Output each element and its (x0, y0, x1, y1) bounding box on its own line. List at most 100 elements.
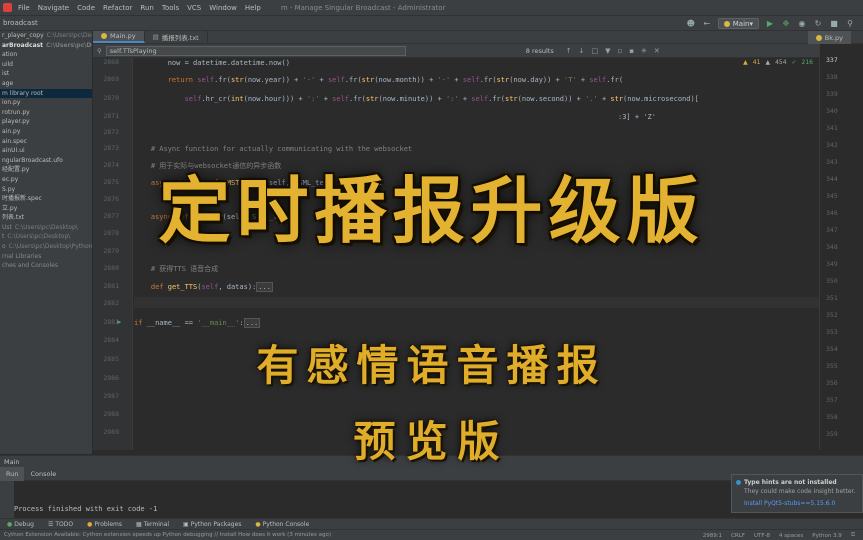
menu-window[interactable]: Window (209, 4, 237, 12)
line-number: 2872 (103, 128, 119, 136)
project-item-label: player.py (2, 118, 30, 126)
select-all-icon[interactable]: □ (592, 47, 599, 55)
python-icon (723, 20, 730, 27)
project-item-label: age (2, 79, 14, 87)
prev-match-icon[interactable]: ↑ (566, 47, 572, 55)
tool-debug[interactable]: ● Debug (0, 521, 41, 528)
right-line-number: 339 (826, 90, 838, 98)
right-line-number: 338 (826, 73, 838, 81)
install-stubs-link[interactable]: Install PyQt5-stubs==5.15.6.0 (744, 500, 857, 507)
project-tree-item[interactable]: player.py (0, 117, 92, 127)
profile-icon[interactable]: ↻ (813, 19, 823, 29)
menu-run[interactable]: Run (140, 4, 153, 12)
project-item-label: rotrun.py (2, 108, 30, 116)
code-line: :3] + 'Z' (618, 113, 656, 121)
type-hints-notification: Type hints are not installed They could … (731, 474, 863, 513)
editor-tabs: Main.py ▤ 播报列表.txt Bk.py (93, 31, 863, 44)
lock-icon[interactable]: ⚿ (851, 532, 855, 539)
python-interpreter[interactable]: Python 3.9 (812, 533, 842, 539)
notification-body: They could make code insight better. (744, 488, 856, 495)
project-tree-item[interactable]: r_player_copyC:\Users\pc\Desktop\Python-… (0, 31, 92, 41)
file-encoding[interactable]: UTF-8 (754, 533, 770, 539)
line-separator[interactable]: CRLF (731, 533, 745, 539)
line-number: 2868 (103, 58, 119, 66)
project-tree-item[interactable]: ches and Consoles (0, 261, 92, 271)
tool-todo[interactable]: ☰ TODO (41, 521, 80, 528)
menu-tools[interactable]: Tools (162, 4, 179, 12)
line-number: 2882 (103, 299, 119, 307)
project-item-label: arBroadcast (2, 41, 44, 49)
inspection-widget[interactable]: ▲ 41 ▲ 454 ✓ 216 (743, 59, 813, 66)
project-tree-item[interactable]: ain.spec (0, 137, 92, 147)
project-item-label: ain.spec (2, 137, 27, 145)
user-icon[interactable]: ☻ (686, 19, 696, 29)
console-toolbar (0, 481, 14, 518)
find-results-count: 8 results (525, 46, 554, 55)
code-line: if __name__ == '__main__':... (134, 318, 261, 328)
regex-icon[interactable]: ✳ (641, 47, 647, 55)
debug-bug-icon[interactable]: ❉ (781, 19, 791, 29)
project-tree-item[interactable]: age (0, 79, 92, 89)
breadcrumb[interactable]: broadcast (3, 19, 38, 27)
tab-main-py[interactable]: Main.py (93, 31, 145, 43)
match-case-icon[interactable]: ▫ (618, 47, 623, 55)
next-match-icon[interactable]: ↓ (579, 47, 585, 55)
code-line: def get_TTS(self, datas):... (150, 282, 273, 292)
project-item-label: r_player_copy (2, 32, 44, 39)
python-file-icon (815, 34, 822, 41)
indent-setting[interactable]: 4 spaces (779, 533, 803, 539)
project-tree-item[interactable]: uild (0, 60, 92, 70)
tab-bk-py[interactable]: Bk.py (807, 31, 851, 44)
tool-terminal[interactable]: ▦ Terminal (129, 521, 176, 528)
tool-python-console[interactable]: ● Python Console (248, 521, 316, 528)
menu-file[interactable]: File (18, 4, 30, 12)
project-tree-item[interactable]: m library root (0, 88, 92, 99)
project-item-label: m library root (2, 89, 43, 97)
warning-icon: ▲ (743, 59, 748, 66)
menu-navigate[interactable]: Navigate (38, 4, 69, 12)
tool-windows-bar: ● Debug ☰ TODO ● Problems ▦ Terminal ▣ Python… (0, 518, 863, 529)
chevron-down-icon: ▾ (749, 19, 753, 28)
run-configuration-select[interactable]: Main ▾ (717, 18, 759, 29)
overlay-title: 定时播报升级版 (158, 168, 705, 253)
project-item-label: ion.py (2, 99, 21, 107)
menu-help[interactable]: Help (245, 4, 261, 12)
filter-icon[interactable]: ▼ (605, 47, 610, 55)
right-line-number: 349 (826, 260, 838, 268)
window-title: m - Manage Singular Broadcast - Administ… (280, 3, 446, 12)
project-tree-item[interactable]: ist (0, 69, 92, 79)
search-everywhere-icon[interactable]: ⚲ (845, 19, 855, 29)
project-item-label: uild (2, 60, 13, 68)
status-message[interactable]: Cython Extension Available: Cython exten… (4, 532, 331, 538)
run-play-icon[interactable]: ▶ (765, 19, 775, 29)
line-number: 2987 (103, 392, 119, 400)
project-tree-item[interactable]: arBroadcastC:\Users\pc\Desktop (0, 41, 92, 51)
tool-problems[interactable]: ● Problems (80, 521, 129, 528)
stop-icon[interactable]: ■ (829, 19, 839, 29)
menu-refactor[interactable]: Refactor (103, 4, 132, 12)
python-console-icon: ● (255, 520, 261, 528)
line-number: 2873 (103, 144, 119, 152)
tab-broadcast-list[interactable]: ▤ 播报列表.txt (145, 31, 208, 43)
find-input[interactable]: self.TTsPlaying (105, 45, 406, 56)
words-icon[interactable]: ▪ (629, 47, 634, 55)
overlay-preview-label: 预览版 (353, 417, 510, 466)
line-number: 2871 (103, 112, 119, 120)
project-item-label: ation (2, 51, 18, 59)
warning-count: 41 (752, 59, 761, 66)
menu-code[interactable]: Code (77, 4, 95, 12)
project-tree-item[interactable]: rotrun.py (0, 108, 92, 118)
tab-label: 播报列表.txt (161, 34, 199, 42)
list-icon: ☰ (47, 520, 54, 528)
tool-python-packages[interactable]: ▣ Python Packages (176, 521, 248, 528)
close-icon[interactable]: ✕ (654, 47, 660, 55)
project-tree-item[interactable]: ion.py (0, 98, 92, 108)
main-toolbar: broadcast ☻ ← Main ▾ ▶ ❉ ◉ ↻ ■ ⚲ (0, 15, 863, 31)
project-tree-item[interactable]: ain.py (0, 127, 92, 137)
project-tree-item[interactable]: ation (0, 50, 92, 60)
caret-position[interactable]: 2989:1 (703, 533, 722, 539)
notification-title: Type hints are not installed (744, 479, 837, 486)
menu-vcs[interactable]: VCS (187, 4, 201, 12)
coverage-icon[interactable]: ◉ (797, 19, 807, 29)
back-arrow-icon[interactable]: ← (702, 19, 712, 29)
